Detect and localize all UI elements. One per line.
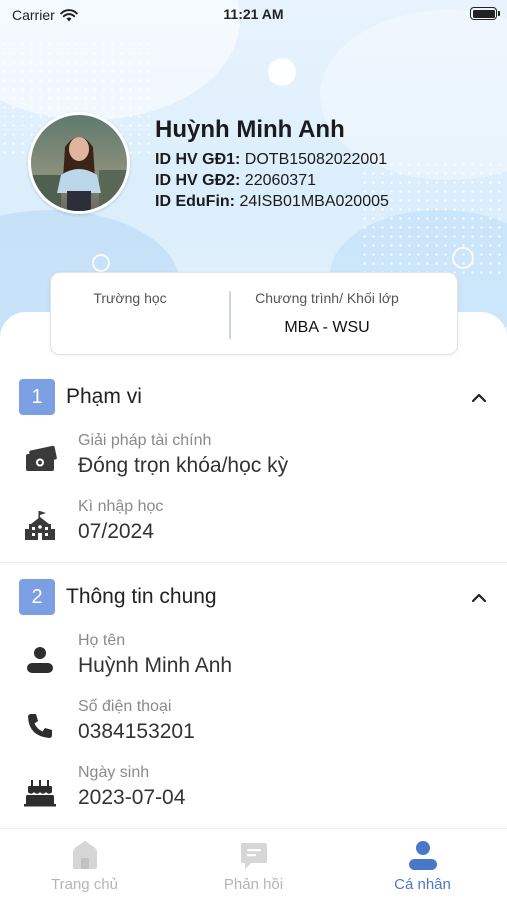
tab-profile[interactable]: Cá nhân [338,829,507,900]
tab-label: Phản hồi [223,876,284,893]
id-row-edufin: ID EduFin: 24ISB01MBA020005 [155,193,389,211]
tab-feedback[interactable]: Phản hồi [169,829,338,900]
school-label: Trường học [93,290,167,306]
home-icon [73,841,97,869]
section-general-header[interactable]: 2 Thông tin chung [19,579,489,615]
field-label: Kì nhập học [78,498,164,515]
avatar-photo [31,115,127,211]
status-bar: Carrier 11:21 AM [0,0,507,30]
field-value: Huỳnh Minh Anh [78,654,233,677]
program-label: Chương trình/ Khối lớp [255,290,399,306]
tab-home[interactable]: Trang chủ [0,829,169,900]
school-building-icon [25,511,55,540]
decorative-circle [268,58,296,86]
feedback-icon [241,843,267,869]
field-label: Số điện thoại [78,698,172,715]
field-label: Ngày sinh [78,764,150,781]
avatar[interactable] [28,112,130,214]
id-label: ID EduFin: [155,193,235,210]
battery-icon [470,7,500,20]
status-time: 11:21 AM [223,6,284,22]
id-value: 22060371 [244,172,316,189]
field-label: Giải pháp tài chính [78,432,212,449]
section-scope-header[interactable]: 1 Phạm vi [19,379,489,415]
person-icon [27,647,53,673]
id-row-gd1: ID HV GĐ1: DOTB15082022001 [155,151,387,169]
profile-icon [409,841,437,870]
id-label: ID HV GĐ1: [155,151,241,168]
field-financial-solution: Giải pháp tài chính Đóng trọn khóa/học k… [0,432,507,492]
field-intake: Kì nhập học 07/2024 [0,498,507,558]
tab-label: Trang chủ [51,876,118,893]
id-row-gd2: ID HV GĐ2: 22060371 [155,172,316,190]
decorative-ring [92,254,110,272]
field-phone: Số điện thoại 0384153201 [0,698,507,758]
chevron-up-icon[interactable] [469,388,489,408]
field-full-name: Họ tên Huỳnh Minh Anh [0,632,507,692]
decorative-ring [452,247,474,269]
section-title: Thông tin chung [66,585,217,608]
field-value: 2023-07-04 [78,786,186,809]
decorative-dots [360,160,507,280]
tab-label: Cá nhân [394,876,451,893]
id-value: 24ISB01MBA020005 [239,193,389,210]
field-label: Họ tên [78,632,126,649]
chevron-up-icon[interactable] [469,588,489,608]
tab-bar: Trang chủ Phản hồi Cá nhân [0,828,507,900]
section-number-badge: 1 [19,379,55,415]
id-label: ID HV GĐ2: [155,172,241,189]
section-divider [0,562,507,563]
field-value: 0384153201 [78,720,195,743]
field-value: Đóng trọn khóa/học kỳ [78,454,289,477]
money-icon [26,445,57,471]
summary-card: Trường học Chương trình/ Khối lớp MBA - … [50,272,458,355]
field-value: 07/2024 [78,520,154,543]
phone-icon [28,714,52,738]
section-title: Phạm vi [66,385,142,408]
birthday-cake-icon [24,780,56,807]
profile-name: Huỳnh Minh Anh [155,116,345,143]
field-birthday: Ngày sinh 2023-07-04 [0,764,507,824]
id-value: DOTB15082022001 [244,151,388,168]
section-number-badge: 2 [19,579,55,615]
program-value: MBA - WSU [284,319,370,336]
